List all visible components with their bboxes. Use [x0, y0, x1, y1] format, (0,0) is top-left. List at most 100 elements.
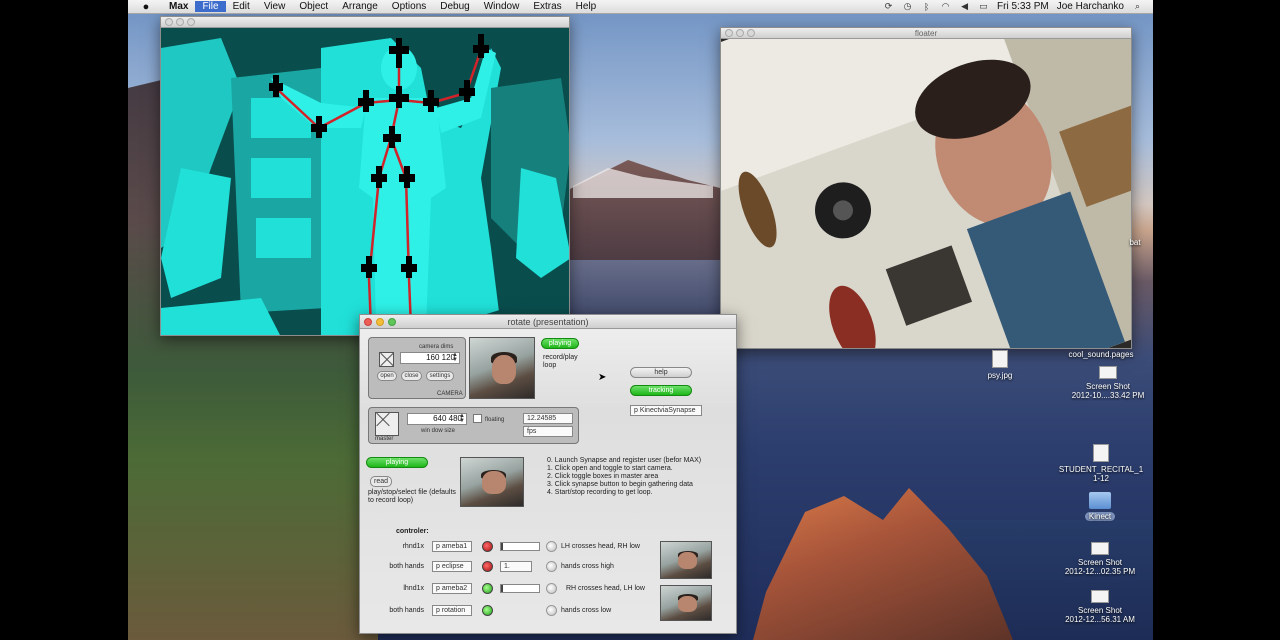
gesture-indicator [546, 605, 557, 616]
menu-window[interactable]: Window [477, 1, 527, 12]
desktop-file-screenshot-1[interactable]: Screen Shot 2012-10....33.42 PM [1065, 366, 1151, 400]
desktop-folder-kinect[interactable]: Kinect [1076, 492, 1124, 521]
zoom-window-icon[interactable] [187, 18, 195, 26]
gesture-led-green [482, 605, 493, 616]
spotlight-search-icon[interactable]: ⌕ [1132, 1, 1143, 12]
control-row-label: lhnd1x [403, 585, 424, 592]
close-window-icon[interactable] [725, 29, 733, 37]
desktop-file-cool-sound[interactable]: cool_sound.pages [1068, 350, 1134, 359]
camera-dims-number[interactable]: 160 120 ▲ ▼ [400, 352, 460, 364]
desktop-file-student-recital[interactable]: STUDENT_RECITAL_1 1-12 [1056, 444, 1146, 483]
screenshot-file-icon [1091, 590, 1109, 603]
menu-bar: ● Max File Edit View Object Arrange Opti… [128, 0, 1153, 14]
slider-fill [501, 543, 503, 550]
desktop-file-psy[interactable]: psy.jpg [980, 350, 1020, 380]
desktop-file-label: STUDENT_RECITAL_1 [1058, 465, 1144, 474]
control-row-label: rhnd1x [402, 543, 424, 550]
bluetooth-icon[interactable]: ᛒ [921, 2, 932, 12]
desktop-file-label: psy.jpg [987, 371, 1013, 380]
gesture-preview [660, 541, 712, 579]
playback-description: play/stop/select file (defaults to recor… [368, 489, 456, 504]
desktop-file-sublabel: 2012-12...02.35 PM [1064, 567, 1136, 576]
mouse-pointer-icon: ➤ [598, 372, 607, 383]
master-toggle[interactable] [375, 412, 399, 436]
camera-close-button[interactable]: close [401, 371, 422, 381]
camera-toggle[interactable] [379, 352, 394, 367]
depth-skeleton-graphic [161, 28, 569, 335]
spin-arrows-icon[interactable]: ▲ ▼ [452, 352, 458, 363]
desktop-file-screenshot-2[interactable]: Screen Shot 2012-12...02.35 PM [1056, 542, 1144, 576]
camera-dims-value: 160 120 [426, 353, 455, 362]
camera-scene-graphic [721, 39, 1131, 348]
read-button[interactable]: read [370, 476, 392, 487]
eclipse-object[interactable]: p eclipse [432, 561, 472, 572]
presentation-window-titlebar[interactable]: rotate (presentation) [360, 315, 736, 329]
instruction-line: 2. Click toggle boxes in master area [547, 473, 659, 480]
desktop-file-sublabel: 2012-12...56.31 AM [1065, 615, 1135, 624]
gesture-indicator [546, 541, 557, 552]
gesture-indicator [546, 583, 557, 594]
minimize-window-icon[interactable] [176, 18, 184, 26]
zoom-window-icon[interactable] [388, 318, 396, 326]
person-face-graphic [482, 471, 506, 495]
wifi-icon[interactable]: ◠ [940, 1, 951, 12]
time-machine-icon[interactable]: ◷ [902, 1, 913, 12]
ameba1-object[interactable]: p ameba1 [432, 541, 472, 552]
menu-max[interactable]: Max [162, 1, 195, 12]
control-slider[interactable] [500, 542, 540, 551]
close-window-icon[interactable] [364, 318, 372, 326]
floater-window-title: floater [914, 29, 938, 38]
camera-dims-label: camera dims [419, 344, 454, 350]
menu-arrange[interactable]: Arrange [335, 1, 385, 12]
kinect-window-titlebar[interactable] [161, 17, 569, 28]
playback-playing-button[interactable]: playing [366, 457, 428, 468]
folder-icon [1089, 492, 1111, 509]
menubar-user[interactable]: Joe Harchanko [1057, 1, 1124, 12]
sync-icon[interactable]: ⟳ [883, 1, 894, 12]
rotated-camera-view [721, 39, 1131, 348]
apple-menu-icon[interactable]: ● [140, 1, 152, 13]
kinect-synapse-object[interactable]: p KinectviaSynapse [630, 405, 702, 416]
battery-icon[interactable]: ▭ [978, 1, 989, 12]
record-play-loop-label: record/play loop [543, 354, 578, 369]
floating-toggle[interactable] [473, 414, 482, 423]
menubar-clock[interactable]: Fri 5:33 PM [997, 1, 1049, 12]
ameba2-object[interactable]: p ameba2 [432, 583, 472, 594]
depth-image-view [161, 28, 569, 335]
control-number-box[interactable]: 1. [500, 561, 532, 572]
rotation-object[interactable]: p rotation [432, 605, 472, 616]
minimize-window-icon[interactable] [736, 29, 744, 37]
image-file-icon [992, 350, 1008, 368]
control-slider[interactable] [500, 584, 540, 593]
record-playing-button[interactable]: playing [541, 338, 579, 349]
help-button[interactable]: help [630, 367, 692, 378]
camera-preview [469, 337, 535, 399]
menu-edit[interactable]: Edit [226, 1, 257, 12]
menu-options[interactable]: Options [385, 1, 433, 12]
fps-label: fps [523, 426, 573, 437]
menu-extras[interactable]: Extras [526, 1, 568, 12]
window-size-label: win dow size [421, 428, 456, 434]
window-size-number[interactable]: 640 480 ▲ ▼ [407, 413, 467, 425]
menu-view[interactable]: View [257, 1, 293, 12]
control-row-label: both hands [389, 563, 424, 570]
desktop-file-bat[interactable]: bat [1126, 238, 1144, 247]
camera-settings-button[interactable]: settings [426, 371, 454, 381]
close-window-icon[interactable] [165, 18, 173, 26]
minimize-window-icon[interactable] [376, 318, 384, 326]
control-row-label: both hands [389, 607, 424, 614]
menu-help[interactable]: Help [569, 1, 604, 12]
menu-object[interactable]: Object [292, 1, 335, 12]
camera-open-button[interactable]: open [377, 371, 397, 381]
menu-debug[interactable]: Debug [433, 1, 476, 12]
spin-arrows-icon[interactable]: ▲ ▼ [459, 413, 465, 424]
menu-file[interactable]: File [195, 1, 226, 12]
zoom-window-icon[interactable] [747, 29, 755, 37]
floater-window-titlebar[interactable]: floater [721, 28, 1131, 39]
desktop-file-screenshot-3[interactable]: Screen Shot 2012-12...56.31 AM [1056, 590, 1144, 624]
tracking-button[interactable]: tracking [630, 385, 692, 396]
person-face-graphic [678, 552, 697, 570]
slider-fill [501, 585, 503, 592]
volume-icon[interactable]: ◀ [959, 1, 970, 12]
gesture-led-red [482, 561, 493, 572]
